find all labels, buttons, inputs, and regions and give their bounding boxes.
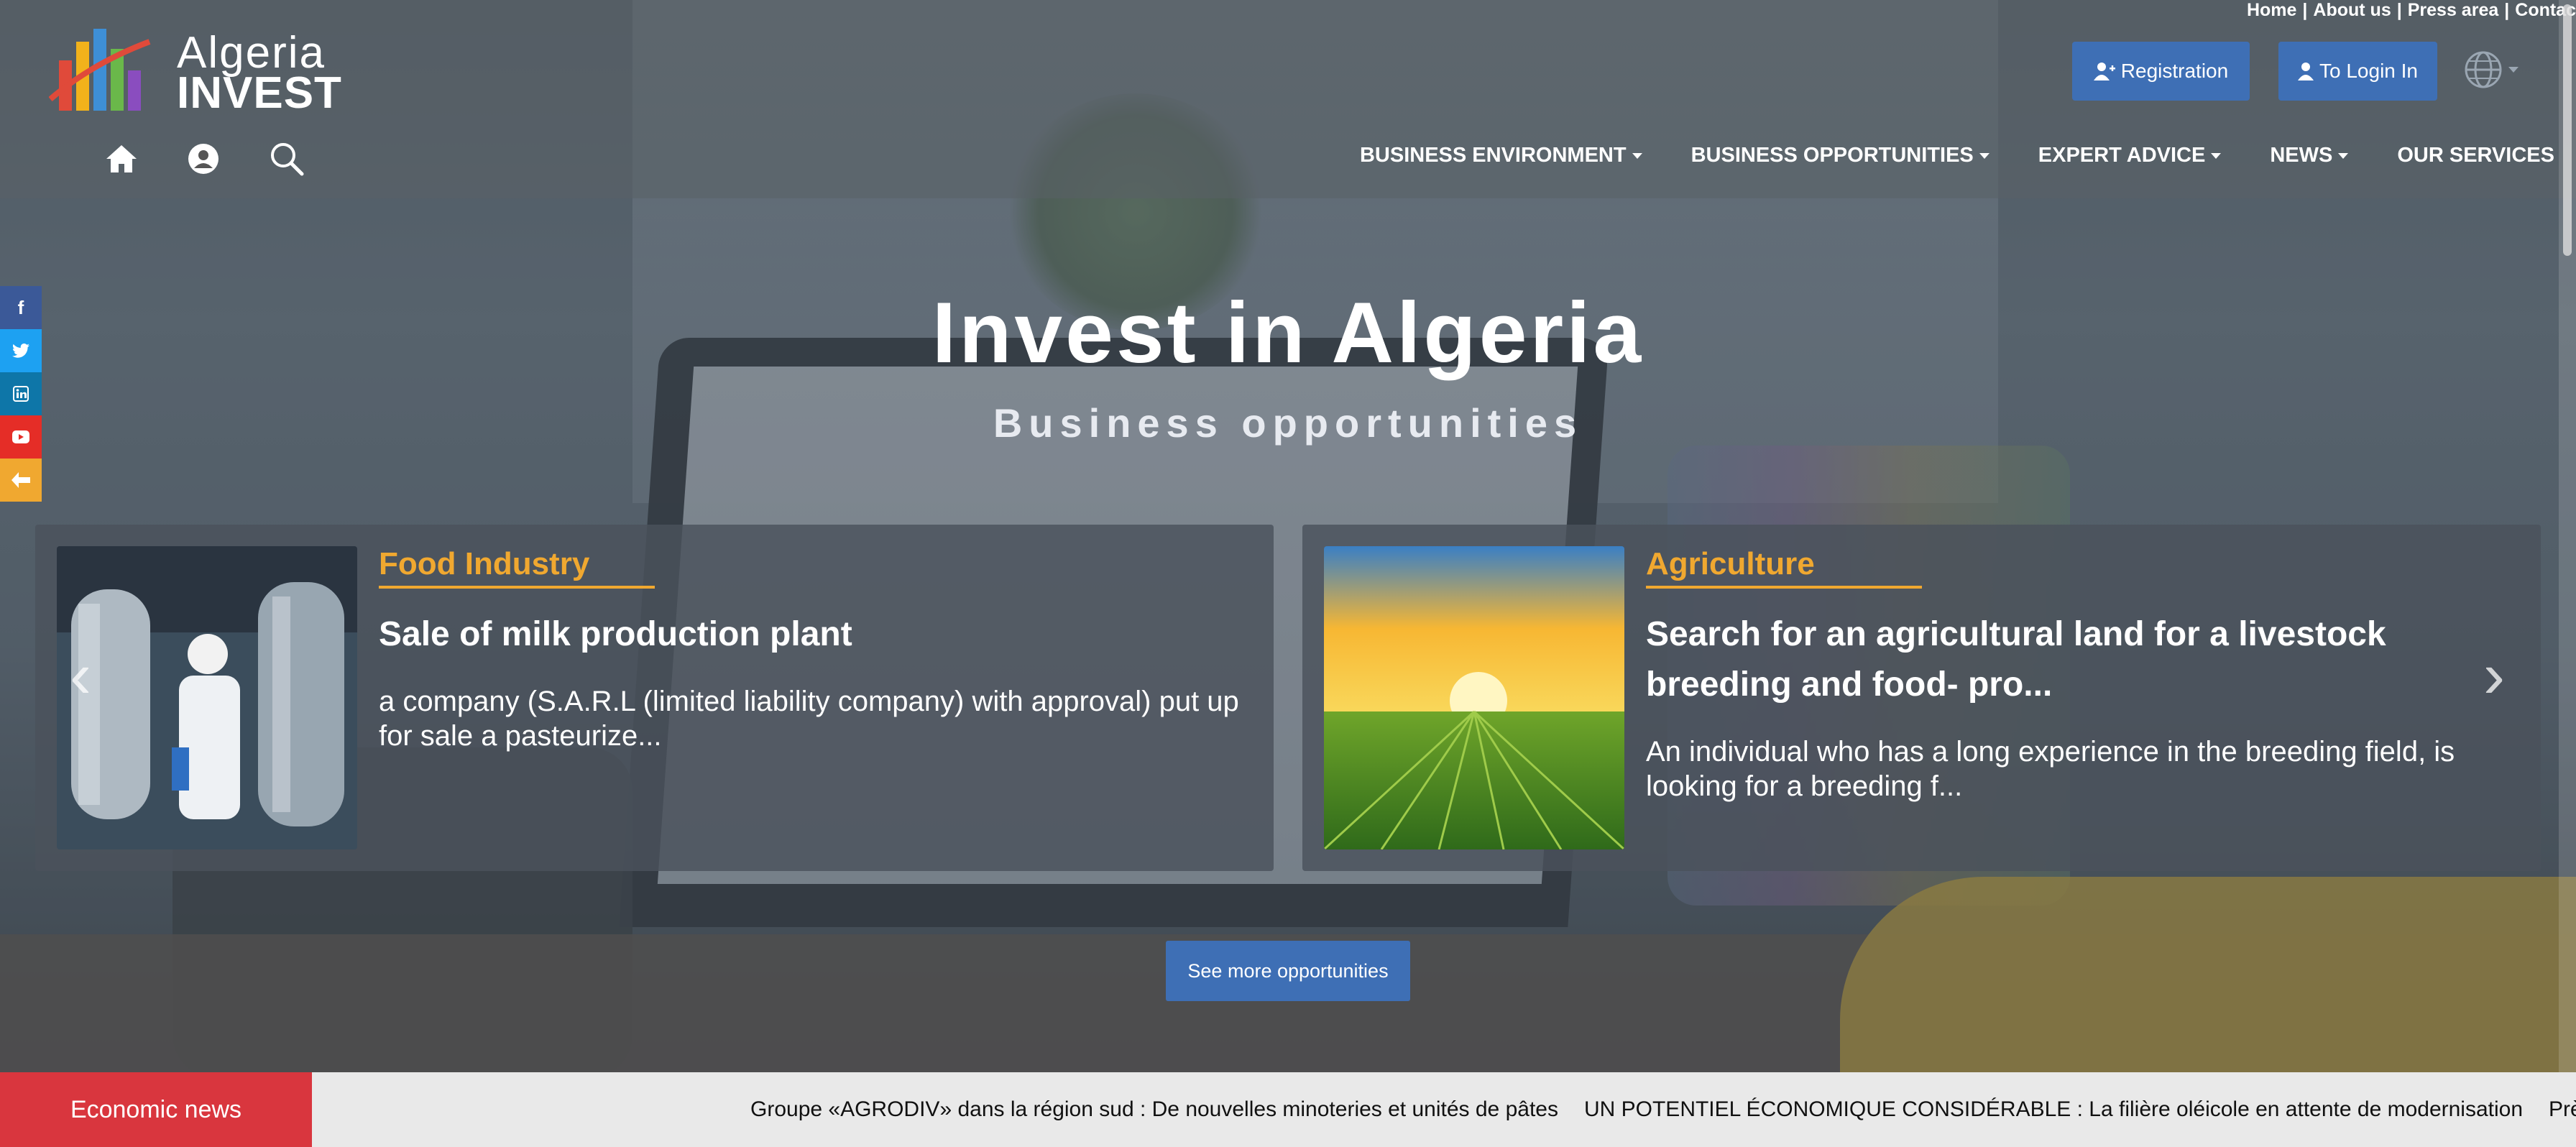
hero-title: Invest in Algeria [932, 285, 1644, 381]
page-scrollbar[interactable] [2559, 0, 2576, 1072]
header-icon-row [105, 141, 305, 177]
share-arrow-icon[interactable] [0, 459, 42, 502]
card-category[interactable]: Food Industry [379, 546, 589, 582]
opportunity-card[interactable]: Agriculture Search for an agricultural l… [1302, 525, 2541, 871]
nav-business-environment[interactable]: BUSINESS ENVIRONMENT [1360, 144, 1642, 167]
card-description: An individual who has a long experience … [1646, 736, 2455, 802]
news-item[interactable]: Groupe «AGRODIV» dans la région sud : De… [750, 1097, 1558, 1122]
card-image [1324, 546, 1624, 849]
hero-subtitle: Business opportunities [993, 400, 1583, 446]
card-title[interactable]: Sale of milk production plant [379, 609, 1241, 660]
site-logo[interactable]: Algeria INVEST [49, 20, 351, 121]
top-links: Home | About us | Press area | Contac [2246, 0, 2576, 20]
nav-label: OUR SERVICES [2397, 144, 2554, 167]
user-icon [2298, 63, 2314, 80]
language-selector[interactable] [2464, 50, 2521, 89]
logo-mark-icon [49, 29, 151, 111]
top-link-home[interactable]: Home [2247, 0, 2296, 20]
globe-icon [2465, 51, 2502, 88]
logo-text-invest: INVEST [177, 68, 342, 118]
nav-expert-advice[interactable]: EXPERT ADVICE [2038, 144, 2222, 167]
login-label: To Login In [2319, 60, 2418, 82]
carousel-prev-icon[interactable]: ‹ [59, 643, 102, 708]
nav-label: BUSINESS OPPORTUNITIES [1690, 144, 1974, 167]
nav-label: BUSINESS ENVIRONMENT [1359, 144, 1627, 167]
add-user-icon [2093, 63, 2115, 80]
news-item[interactable]: Près de 500 [2549, 1097, 2576, 1122]
caret-down-icon [2338, 153, 2349, 160]
news-item[interactable]: UN POTENTIEL ÉCONOMIQUE CONSIDÉRABLE : L… [1584, 1097, 2523, 1122]
home-icon[interactable] [105, 144, 138, 174]
category-underline [1646, 586, 1922, 589]
economic-news-label[interactable]: Economic news [0, 1072, 312, 1147]
caret-down-icon [2211, 153, 2222, 160]
main-nav: BUSINESS ENVIRONMENT BUSINESS OPPORTUNIT… [1360, 144, 2554, 167]
caret-down-icon [1632, 153, 1642, 160]
chevron-down-icon [2508, 67, 2518, 73]
caret-down-icon [1979, 153, 1990, 160]
nav-news[interactable]: NEWS [2270, 144, 2349, 167]
nav-our-services[interactable]: OUR SERVICES [2397, 144, 2554, 167]
nav-business-opportunities[interactable]: BUSINESS OPPORTUNITIES [1691, 144, 1990, 167]
registration-label: Registration [2120, 60, 2229, 82]
card-category[interactable]: Agriculture [1646, 546, 1815, 582]
top-link-press[interactable]: Press area [2408, 0, 2499, 20]
card-description: a company (S.A.R.L (limited liability co… [379, 686, 1239, 752]
account-icon[interactable] [187, 142, 220, 175]
news-ticker: Groupe «AGRODIV» dans la région sud : De… [750, 1072, 2576, 1147]
news-ticker-bar: Economic news Groupe «AGRODIV» dans la r… [0, 1072, 2576, 1147]
see-more-opportunities-button[interactable]: See more opportunities [1166, 941, 1410, 1001]
carousel-next-icon[interactable]: › [2472, 643, 2516, 708]
registration-button[interactable]: Registration [2072, 42, 2250, 101]
nav-label: NEWS [2270, 144, 2333, 167]
search-icon[interactable] [269, 141, 305, 177]
opportunity-card[interactable]: Food Industry Sale of milk production pl… [35, 525, 1274, 871]
card-title[interactable]: Search for an agricultural land for a li… [1646, 609, 2508, 710]
nav-label: EXPERT ADVICE [2038, 144, 2206, 167]
scrollbar-thumb[interactable] [2563, 4, 2572, 256]
top-link-about[interactable]: About us [2313, 0, 2391, 20]
category-underline [379, 586, 655, 589]
login-button[interactable]: To Login In [2278, 42, 2437, 101]
site-header: Home | About us | Press area | Contac Alger… [0, 0, 2576, 198]
